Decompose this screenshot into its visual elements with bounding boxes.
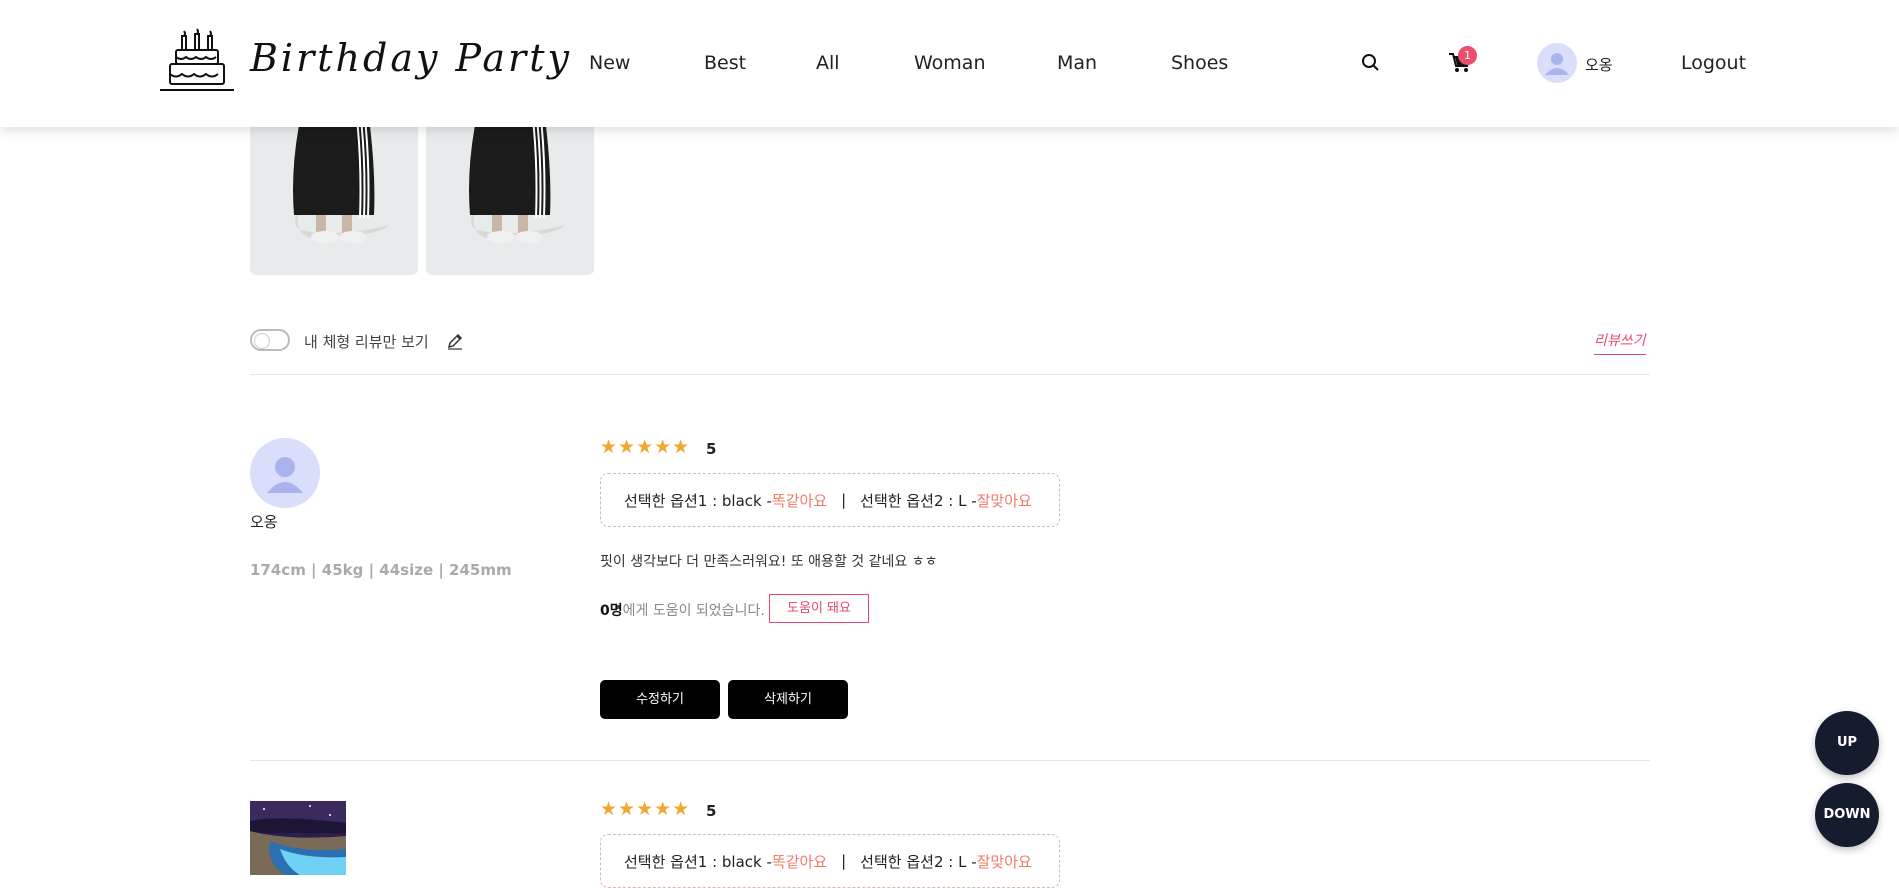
option2-fit: 잘맞아요: [976, 491, 1032, 510]
cart-count-badge: 1: [1458, 46, 1477, 65]
avatar[interactable]: [1537, 43, 1577, 83]
nav-all[interactable]: All: [816, 52, 840, 74]
search-icon[interactable]: [1361, 53, 1381, 77]
option1-label: 선택한 옵션1 : black -: [624, 852, 772, 871]
scroll-up-button[interactable]: UP: [1815, 711, 1879, 775]
option1-label: 선택한 옵션1 : black -: [624, 491, 772, 510]
star-rating-icon: ★★★★★: [600, 436, 691, 458]
option1-fit: 똑같아요: [771, 852, 828, 871]
helpful-suffix: 에게 도움이 되었습니다.: [622, 603, 765, 619]
rating-value: 5: [706, 440, 717, 458]
option2-label: 선택한 옵션2 : L -: [860, 491, 977, 510]
reviewer-avatar: [250, 438, 320, 508]
rating-value: 5: [706, 802, 717, 820]
helpful-button[interactable]: 도움이 돼요: [769, 594, 869, 623]
toggle-label: 내 체형 리뷰만 보기: [304, 333, 429, 351]
review-photo[interactable]: [250, 110, 418, 275]
option-separator: |: [841, 491, 847, 509]
my-body-type-toggle[interactable]: [250, 329, 290, 351]
selected-options: 선택한 옵션1 : black - 똑같아요 | 선택한 옵션2 : L - 잘…: [600, 473, 1060, 527]
birthday-cake-icon[interactable]: [158, 28, 236, 100]
option-separator: |: [841, 852, 847, 870]
reviewer-name: 오옹: [250, 513, 278, 531]
reviewer-avatar: [250, 801, 346, 875]
header-username[interactable]: 오옹: [1585, 54, 1613, 75]
scroll-down-button[interactable]: DOWN: [1815, 783, 1879, 847]
write-review-button[interactable]: 리뷰쓰기: [1594, 330, 1646, 355]
star-rating-icon: ★★★★★: [600, 798, 691, 820]
nav-woman[interactable]: Woman: [914, 52, 986, 74]
option2-fit: 잘맞아요: [976, 852, 1032, 871]
helpful-count: 0명: [600, 603, 623, 619]
nav-man[interactable]: Man: [1057, 52, 1097, 74]
site-header: Birthday Party New Best All Woman Man Sh…: [0, 0, 1899, 127]
nav-best[interactable]: Best: [704, 52, 746, 74]
delete-review-button[interactable]: 삭제하기: [728, 680, 848, 719]
review-photo[interactable]: [426, 110, 594, 275]
review-text: 핏이 생각보다 더 만족스러워요! 또 애용할 것 같네요 ㅎㅎ: [600, 554, 938, 570]
option2-label: 선택한 옵션2 : L -: [860, 852, 977, 871]
toggle-knob: [254, 333, 270, 349]
pencil-icon[interactable]: [446, 332, 464, 354]
reviewer-body-info: 174cm | 45kg | 44size | 245mm: [250, 561, 512, 579]
divider: [250, 760, 1650, 761]
selected-options: 선택한 옵션1 : black - 똑같아요 | 선택한 옵션2 : L - 잘…: [600, 834, 1060, 888]
logout-button[interactable]: Logout: [1681, 52, 1746, 74]
divider: [250, 374, 1650, 375]
edit-review-button[interactable]: 수정하기: [600, 680, 720, 719]
nav-shoes[interactable]: Shoes: [1171, 52, 1228, 74]
option1-fit: 똑같아요: [771, 491, 828, 510]
brand-name[interactable]: Birthday Party: [250, 36, 572, 80]
helpful-count-text: 0명에게 도움이 되었습니다.: [600, 600, 765, 620]
nav-new[interactable]: New: [589, 52, 630, 74]
